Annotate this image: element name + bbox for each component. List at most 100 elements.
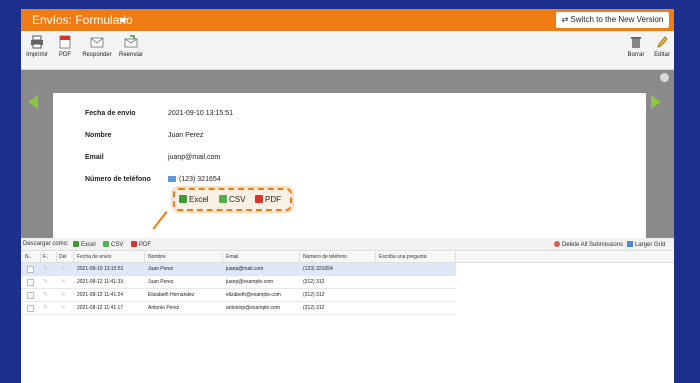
download-csv-button[interactable]: CSV xyxy=(103,241,123,249)
next-arrow-icon[interactable] xyxy=(651,95,661,109)
callout-csv-button[interactable]: CSV xyxy=(219,195,245,205)
download-pdf-button[interactable]: PDF xyxy=(131,241,151,249)
chevron-down-icon[interactable] xyxy=(119,18,127,23)
name-value: Juan Perez xyxy=(168,132,204,139)
date-label: Fecha de envío xyxy=(85,110,136,117)
forward-button[interactable]: Reenviar xyxy=(117,35,145,67)
col-phone[interactable]: Número de teléfono xyxy=(303,254,347,261)
gear-icon[interactable] xyxy=(660,73,669,82)
callout-excel-label: Excel xyxy=(189,195,209,204)
col-date[interactable]: Fecha de envío xyxy=(77,254,111,261)
previous-arrow-icon[interactable] xyxy=(28,95,38,109)
pdf-file-icon xyxy=(255,195,263,203)
pencil-icon xyxy=(657,36,668,48)
app-window: Envíos: Formulario ⇄ Switch to the New Ve… xyxy=(21,9,674,383)
column-divider xyxy=(144,252,145,263)
callout-pdf-button[interactable]: PDF xyxy=(255,195,281,205)
delete-icon[interactable]: ✕ xyxy=(61,305,68,312)
cell-email: antoniop@example.com xyxy=(226,305,280,311)
cell-name: Antonio Perez xyxy=(148,305,180,311)
col-question[interactable]: Escriba una pregunta xyxy=(379,254,427,261)
printer-icon xyxy=(31,35,43,49)
column-divider xyxy=(56,252,57,263)
download-bar: Descargar como: Excel CSV PDF Delete All… xyxy=(21,238,674,251)
edit-button[interactable]: Editar xyxy=(651,35,673,67)
edit-icon[interactable]: ✎ xyxy=(43,266,50,273)
reply-label: Responder xyxy=(82,52,112,58)
csv-icon xyxy=(219,195,227,203)
reply-button[interactable]: Responder xyxy=(81,35,113,67)
cell-phone: (123) 321654 xyxy=(303,266,333,272)
print-label: Imprimir xyxy=(26,52,48,58)
cell-phone: (312) 312 xyxy=(303,292,325,298)
switch-version-button[interactable]: ⇄ Switch to the New Version xyxy=(556,12,669,28)
csv-icon xyxy=(103,241,109,247)
callout-pdf-label: PDF xyxy=(265,195,281,204)
column-divider xyxy=(73,252,74,263)
pdf-button[interactable]: PDF xyxy=(57,35,73,67)
pdf-icon xyxy=(59,35,71,49)
column-divider xyxy=(222,252,223,263)
document-icon[interactable] xyxy=(27,292,34,299)
delete-icon[interactable]: ✕ xyxy=(61,279,68,286)
trash-icon xyxy=(631,37,641,48)
column-divider xyxy=(40,252,41,263)
cell-date: 2021-08-12 11:41:33 xyxy=(77,279,124,285)
edit-icon[interactable]: ✎ xyxy=(43,305,50,312)
col-email[interactable]: Email xyxy=(226,254,239,261)
document-icon[interactable] xyxy=(27,266,34,273)
cell-date: 2021-09-10 13:15:51 xyxy=(77,266,124,272)
cell-date: 2021-08-12 11:41:17 xyxy=(77,305,124,311)
table-header: N.. F.. Del Fecha de envío Nombre Email … xyxy=(21,252,674,263)
download-excel-label: Excel xyxy=(81,242,96,248)
column-divider xyxy=(299,252,300,263)
delete-icon[interactable]: ✕ xyxy=(61,266,68,273)
submission-card: Fecha de envío 2021-09-10 13:15:51 Nombr… xyxy=(53,93,646,239)
document-icon[interactable] xyxy=(27,279,34,286)
cell-name: Juan Perez xyxy=(148,279,174,285)
cell-email: juanp@mail.com xyxy=(226,266,264,272)
delete-all-button[interactable]: Delete All Submissions xyxy=(554,241,623,249)
envelope-icon xyxy=(90,37,104,48)
cell-email: elizabeth@example.com xyxy=(226,292,281,298)
col-n[interactable]: N.. xyxy=(25,254,31,261)
cell-email: juanp@example.com xyxy=(226,279,274,285)
column-divider xyxy=(375,252,376,263)
print-button[interactable]: Imprimir xyxy=(25,35,49,67)
excel-icon xyxy=(73,241,79,247)
form-title[interactable]: Envíos: Formulario xyxy=(32,12,133,28)
callout-csv-label: CSV xyxy=(229,195,246,204)
cell-date: 2021-08-12 11:41:24 xyxy=(77,292,124,298)
phone-label: Número de teléfono xyxy=(85,176,151,183)
download-csv-label: CSV xyxy=(111,242,124,248)
switch-version-label: Switch to the New Version xyxy=(570,15,664,24)
download-excel-button[interactable]: Excel xyxy=(73,241,96,249)
table-row[interactable]: ✎ ✕ 2021-08-12 11:41:17 Antonio Perez an… xyxy=(21,302,456,315)
export-callout: Excel CSV PDF xyxy=(173,188,292,211)
excel-icon xyxy=(179,195,187,203)
larger-grid-button[interactable]: Larger Grid xyxy=(627,241,665,249)
column-divider xyxy=(455,252,456,263)
email-label: Email xyxy=(85,154,104,161)
edit-icon[interactable]: ✎ xyxy=(43,292,50,299)
document-icon[interactable] xyxy=(27,305,34,312)
col-f[interactable]: F.. xyxy=(43,254,48,261)
phone-value-wrap: (123) 321654 xyxy=(168,176,221,183)
date-value: 2021-09-10 13:15:51 xyxy=(168,110,233,117)
delete-button[interactable]: Borrar xyxy=(625,35,647,67)
edit-icon[interactable]: ✎ xyxy=(43,279,50,286)
callout-excel-button[interactable]: Excel xyxy=(179,195,209,205)
delete-icon[interactable]: ✕ xyxy=(61,292,68,299)
delete-all-icon xyxy=(554,241,560,247)
swap-icon: ⇄ xyxy=(561,15,569,24)
table-row[interactable]: ✎ ✕ 2021-08-12 11:41:33 Juan Perez juanp… xyxy=(21,276,456,289)
forward-label: Reenviar xyxy=(118,52,143,58)
table-row[interactable]: ✎ ✕ 2021-08-12 11:41:24 Elizabeth Hernan… xyxy=(21,289,456,302)
larger-grid-label: Larger Grid xyxy=(635,242,666,248)
download-pdf-label: PDF xyxy=(139,242,151,248)
table-row[interactable]: ✎ ✕ 2021-09-10 13:15:51 Juan Perez juanp… xyxy=(21,263,456,276)
col-name[interactable]: Nombre xyxy=(148,254,166,261)
cell-phone: (312) 312 xyxy=(303,279,325,285)
col-del[interactable]: Del xyxy=(59,254,67,261)
pdf-label: PDF xyxy=(59,52,71,58)
